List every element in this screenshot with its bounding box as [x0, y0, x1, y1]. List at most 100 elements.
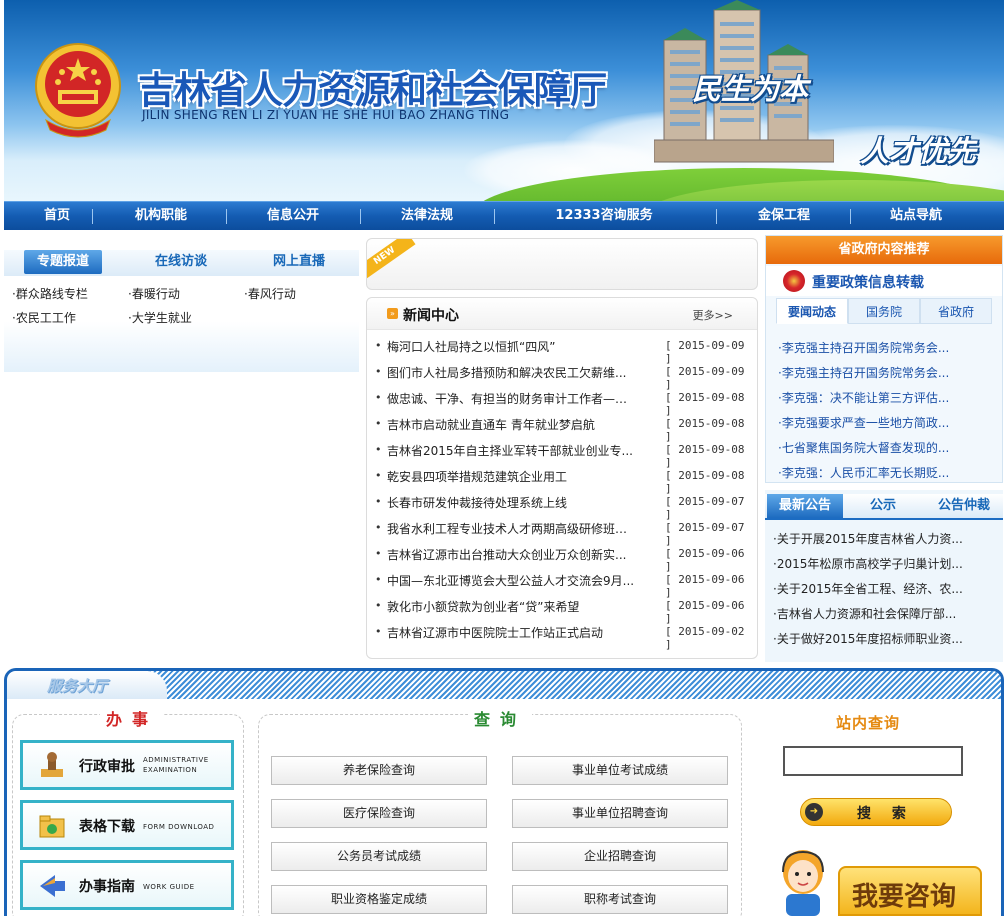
- topic-link-migrant-workers[interactable]: ·农民工工作: [12, 309, 76, 326]
- recommend-header: 省政府内容推荐: [766, 236, 1002, 264]
- topic-link-graduate-employment[interactable]: ·大学生就业: [128, 309, 192, 326]
- news-row[interactable]: • 敦化市小额贷款为创业者“贷”来希望[ 2015-09-06 ]: [367, 594, 757, 625]
- news-header: » 新闻中心 更多>>: [367, 298, 757, 330]
- query-button[interactable]: 企业招聘查询: [512, 842, 728, 871]
- news-row[interactable]: • 做忠诚、干净、有担当的财务审计工作者——...[ 2015-09-08 ]: [367, 386, 757, 417]
- nav-separator: [716, 209, 717, 224]
- news-row[interactable]: • 中国—东北亚博览会大型公益人才交流会9月...[ 2015-09-06 ]: [367, 568, 757, 599]
- query-button[interactable]: 职业资格鉴定成绩: [271, 885, 487, 914]
- news-title-link[interactable]: 敦化市小额贷款为创业者“贷”来希望: [387, 598, 635, 615]
- list-bullet: •: [375, 469, 382, 482]
- query-button[interactable]: 职称考试查询: [512, 885, 728, 914]
- site-search-input[interactable]: [783, 746, 963, 776]
- site-search-button[interactable]: ➜ 搜 索: [800, 798, 952, 826]
- nav-separator: [850, 209, 851, 224]
- nav-laws[interactable]: 法律法规: [374, 202, 480, 230]
- tab-latest-notice[interactable]: 最新公告: [767, 494, 843, 518]
- work-guide-en-label: WORK GUIDE: [143, 883, 195, 891]
- list-bullet: •: [375, 365, 382, 378]
- nav-separator: [92, 209, 93, 224]
- nav-site-map[interactable]: 站点导航: [866, 202, 966, 230]
- form-download-en-label: FORM DOWNLOAD: [143, 823, 215, 831]
- main-nav: 首页 机构职能 信息公开 法律法规 12333咨询服务 金保工程 站点导航: [4, 201, 1004, 230]
- news-date: [ 2015-09-02 ]: [665, 625, 745, 651]
- emblem-small-icon: [783, 270, 805, 292]
- admin-approval-label: 行政审批: [79, 759, 135, 775]
- notice-tabbar: 最新公告 公示 公告仲裁: [765, 494, 1003, 520]
- notice-item[interactable]: ·关于做好2015年度招标师职业资...: [773, 630, 995, 647]
- site-search-button-label: 搜 索: [857, 806, 914, 822]
- recommend-subtitle: 重要政策信息转载: [812, 275, 924, 291]
- recommend-item[interactable]: ·李克强：人民币汇率无长期贬...: [778, 464, 994, 481]
- news-row[interactable]: • 图们市人社局多措预防和解决农民工欠薪维...[ 2015-09-09 ]: [367, 360, 757, 391]
- notice-item[interactable]: ·吉林省人力资源和社会保障厅部...: [773, 605, 995, 622]
- notice-item[interactable]: ·2015年松原市高校学子归巢计划...: [773, 555, 995, 572]
- news-row[interactable]: • 吉林省辽源市出台推动大众创业万众创新实...[ 2015-09-06 ]: [367, 542, 757, 573]
- news-title-link[interactable]: 图们市人社局多措预防和解决农民工欠薪维...: [387, 364, 635, 381]
- news-row[interactable]: • 乾安县四项举措规范建筑企业用工[ 2015-09-08 ]: [367, 464, 757, 495]
- list-bullet: •: [375, 625, 382, 638]
- news-title-link[interactable]: 做忠诚、干净、有担当的财务审计工作者——...: [387, 390, 635, 407]
- tab-online-interview[interactable]: 在线访谈: [142, 250, 220, 274]
- notice-item[interactable]: ·关于2015年全省工程、经济、农...: [773, 580, 995, 597]
- recommend-item[interactable]: ·李克强：决不能让第三方评估...: [778, 389, 994, 406]
- new-banner-strip: NEW: [366, 238, 758, 290]
- site-title-pinyin: JILIN SHENG REN LI ZI YUAN HE SHE HUI BA…: [142, 108, 510, 122]
- recommend-item[interactable]: ·李克强主持召开国务院常务会...: [778, 339, 994, 356]
- topic-link-spring-warmth[interactable]: ·春暖行动: [128, 285, 180, 302]
- news-title-link[interactable]: 吉林省2015年自主择业军转干部就业创业专...: [387, 442, 635, 459]
- news-title-link[interactable]: 长春市研发仲裁接待处理系统上线: [387, 494, 635, 511]
- recommend-item[interactable]: ·李克强要求严查一些地方简政...: [778, 414, 994, 431]
- topic-link-spring-breeze[interactable]: ·春风行动: [244, 285, 296, 302]
- news-title-link[interactable]: 梅河口人社局持之以恒抓“四风”: [387, 338, 635, 355]
- query-button[interactable]: 公务员考试成绩: [271, 842, 487, 871]
- tab-provincial-gov[interactable]: 省政府: [920, 298, 992, 324]
- service-hall-tab: 服务大厅: [7, 671, 167, 699]
- nav-golden-insurance[interactable]: 金保工程: [734, 202, 834, 230]
- news-title-link[interactable]: 吉林省辽源市中医院院士工作站正式启动: [387, 624, 635, 641]
- notice-item[interactable]: ·关于开展2015年度吉林省人力资...: [773, 530, 995, 547]
- news-title-link[interactable]: 乾安县四项举措规范建筑企业用工: [387, 468, 635, 485]
- news-row[interactable]: • 我省水利工程专业技术人才两期高级研修班举办[ 2015-09-07 ]: [367, 516, 757, 547]
- tab-live-broadcast[interactable]: 网上直播: [260, 250, 338, 274]
- news-row[interactable]: • 长春市研发仲裁接待处理系统上线[ 2015-09-07 ]: [367, 490, 757, 521]
- tab-special-reports[interactable]: 专题报道: [24, 250, 102, 274]
- customer-service-agent-icon: [782, 850, 824, 916]
- recommend-item[interactable]: ·李克强主持召开国务院常务会...: [778, 364, 994, 381]
- news-row[interactable]: • 梅河口人社局持之以恒抓“四风”[ 2015-09-09 ]: [367, 334, 757, 365]
- tab-publicity[interactable]: 公示: [853, 494, 913, 518]
- admin-approval-en-line2: EXAMINATION: [143, 766, 198, 774]
- national-emblem-icon: [35, 43, 121, 138]
- query-button[interactable]: 养老保险查询: [271, 756, 487, 785]
- consult-button[interactable]: 我要咨询: [838, 866, 982, 916]
- list-bullet: •: [375, 521, 382, 534]
- nav-separator: [494, 209, 495, 224]
- news-title-link[interactable]: 吉林省辽源市出台推动大众创业万众创新实...: [387, 546, 635, 563]
- query-button[interactable]: 医疗保险查询: [271, 799, 487, 828]
- nav-organization[interactable]: 机构职能: [108, 202, 214, 230]
- nav-home[interactable]: 首页: [14, 202, 100, 230]
- form-download-button[interactable]: 表格下载 FORM DOWNLOAD: [20, 800, 234, 850]
- work-guide-button[interactable]: 办事指南 WORK GUIDE: [20, 860, 234, 910]
- nav-12333-service[interactable]: 12333咨询服务: [514, 202, 694, 230]
- query-button[interactable]: 事业单位考试成绩: [512, 756, 728, 785]
- tab-state-council[interactable]: 国务院: [848, 298, 920, 324]
- recommend-item[interactable]: ·七省聚焦国务院大督查发现的...: [778, 439, 994, 456]
- news-title-link[interactable]: 中国—东北亚博览会大型公益人才交流会9月...: [387, 572, 635, 589]
- admin-approval-en-line1: ADMINISTRATIVE: [143, 756, 209, 764]
- topic-link-mass-line[interactable]: ·群众路线专栏: [12, 285, 88, 302]
- news-title-link[interactable]: 我省水利工程专业技术人才两期高级研修班举办: [387, 520, 635, 537]
- tab-arbitration-notice[interactable]: 公告仲裁: [927, 494, 1001, 518]
- admin-approval-button[interactable]: 行政审批 ADMINISTRATIVE EXAMINATION: [20, 740, 234, 790]
- news-row[interactable]: • 吉林省2015年自主择业军转干部就业创业专...[ 2015-09-08 ]: [367, 438, 757, 469]
- news-row[interactable]: • 吉林市启动就业直通车 青年就业梦启航[ 2015-09-08 ]: [367, 412, 757, 443]
- news-title-link[interactable]: 吉林市启动就业直通车 青年就业梦启航: [387, 416, 635, 433]
- news-more-link[interactable]: 更多>>: [693, 307, 733, 323]
- query-title: 查询: [468, 706, 533, 730]
- nav-info-disclosure[interactable]: 信息公开: [240, 202, 346, 230]
- admin-approval-en-label: ADMINISTRATIVE EXAMINATION: [143, 755, 209, 775]
- tab-news-dynamics[interactable]: 要闻动态: [776, 298, 848, 324]
- list-bullet: •: [375, 599, 382, 612]
- news-row[interactable]: • 吉林省辽源市中医院院士工作站正式启动 [ 2015-09-02 ]: [367, 620, 757, 651]
- query-button[interactable]: 事业单位招聘查询: [512, 799, 728, 828]
